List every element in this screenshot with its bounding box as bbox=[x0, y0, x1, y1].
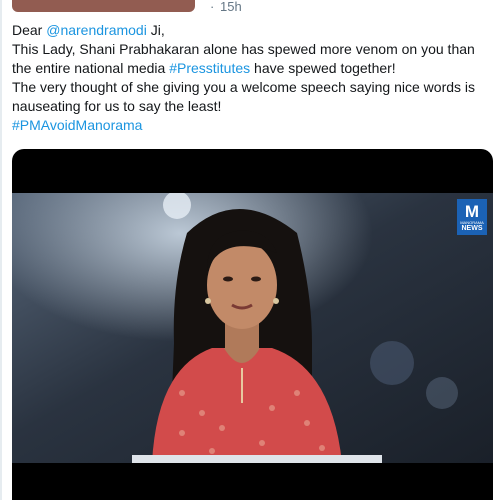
redacted-author-name bbox=[12, 0, 195, 12]
line2-after: have spewed together! bbox=[250, 60, 396, 76]
mention-link[interactable]: @narendramodi bbox=[46, 22, 147, 38]
tweet-line-venom: This Lady, Shani Prabhakaran alone has s… bbox=[12, 40, 492, 78]
tweet-timestamp[interactable]: 15h bbox=[220, 0, 242, 14]
logo-news-text: NEWS bbox=[461, 225, 483, 232]
time-separator: · bbox=[210, 0, 215, 14]
tweet-line-speech: The very thought of she giving you a wel… bbox=[12, 79, 476, 114]
hashtag-presstitutes[interactable]: #Presstitutes bbox=[169, 60, 250, 76]
timeline-divider bbox=[0, 0, 2, 500]
greeting-prefix: Dear bbox=[12, 22, 47, 38]
video-frame-news-anchor bbox=[12, 193, 493, 463]
tweet-text: Dear @narendramodi Ji, This Lady, Shani … bbox=[12, 21, 492, 135]
greeting-suffix: Ji, bbox=[146, 22, 165, 38]
tweet-line-hashtag: #PMAvoidManorama bbox=[12, 116, 492, 135]
tweet-line-greeting: Dear @narendramodi Ji, bbox=[12, 21, 492, 40]
logo-mark: M bbox=[464, 202, 480, 221]
tweet-header: · 15h bbox=[12, 0, 492, 16]
hashtag-pmavoidmanorama[interactable]: #PMAvoidManorama bbox=[12, 117, 142, 133]
tweet-media-video[interactable]: M MANORAMA NEWS bbox=[12, 149, 493, 500]
manorama-news-logo: M MANORAMA NEWS bbox=[457, 199, 487, 235]
